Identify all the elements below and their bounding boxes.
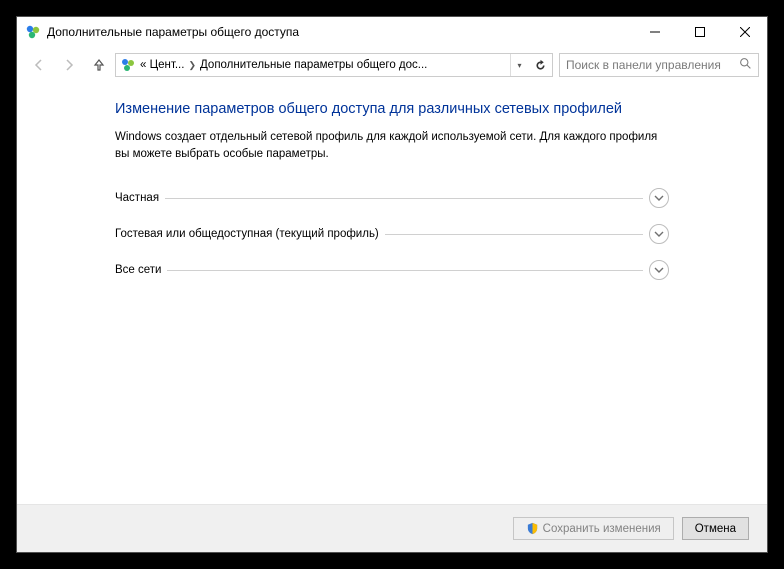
maximize-button[interactable]	[677, 17, 722, 47]
chevron-down-icon[interactable]	[649, 188, 669, 208]
search-icon	[739, 57, 752, 73]
divider	[385, 234, 643, 235]
forward-button[interactable]	[55, 51, 83, 79]
cancel-button[interactable]: Отмена	[682, 517, 749, 540]
profile-section-private[interactable]: Частная	[115, 180, 669, 216]
section-label: Все сети	[115, 264, 161, 276]
footer-bar: Сохранить изменения Отмена	[17, 504, 767, 552]
divider	[165, 198, 643, 199]
search-input[interactable]	[566, 58, 735, 72]
section-label: Гостевая или общедоступная (текущий проф…	[115, 228, 379, 240]
address-icon	[120, 57, 136, 73]
navigation-bar: « Цент... ❯ Дополнительные параметры общ…	[17, 47, 767, 83]
search-box[interactable]	[559, 53, 759, 77]
content-area: Изменение параметров общего доступа для …	[17, 83, 767, 504]
chevron-down-icon[interactable]	[649, 260, 669, 280]
profile-section-all[interactable]: Все сети	[115, 252, 669, 288]
window-controls	[632, 17, 767, 47]
close-button[interactable]	[722, 17, 767, 47]
cancel-button-label: Отмена	[695, 523, 736, 535]
window-title: Дополнительные параметры общего доступа	[47, 25, 632, 39]
shield-icon	[526, 522, 539, 535]
divider	[167, 270, 643, 271]
back-button[interactable]	[25, 51, 53, 79]
address-bar[interactable]: « Цент... ❯ Дополнительные параметры общ…	[115, 53, 553, 77]
address-dropdown-button[interactable]: ▾	[510, 54, 528, 76]
section-label: Частная	[115, 192, 159, 204]
page-title: Изменение параметров общего доступа для …	[115, 101, 669, 117]
window-frame: Дополнительные параметры общего доступа	[16, 16, 768, 553]
profile-section-guest[interactable]: Гостевая или общедоступная (текущий проф…	[115, 216, 669, 252]
refresh-button[interactable]	[528, 54, 552, 76]
page-description: Windows создает отдельный сетевой профил…	[115, 129, 669, 162]
chevron-right-icon: ❯	[184, 60, 200, 71]
save-button[interactable]: Сохранить изменения	[513, 517, 674, 540]
app-icon	[25, 24, 41, 40]
breadcrumb-item[interactable]: Дополнительные параметры общего дос...	[200, 59, 427, 71]
chevron-down-icon[interactable]	[649, 224, 669, 244]
minimize-button[interactable]	[632, 17, 677, 47]
up-button[interactable]	[85, 51, 113, 79]
title-bar: Дополнительные параметры общего доступа	[17, 17, 767, 47]
save-button-label: Сохранить изменения	[543, 523, 661, 535]
breadcrumb-item[interactable]: Цент...	[146, 59, 184, 71]
